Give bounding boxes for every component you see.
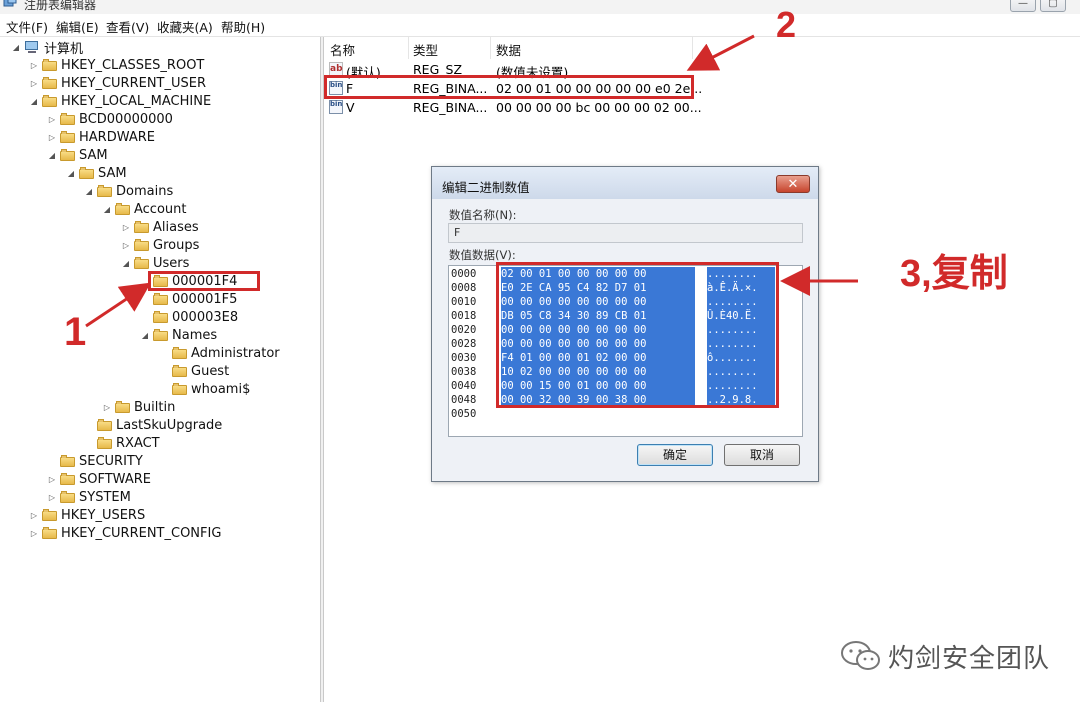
wechat-icon — [841, 641, 880, 670]
watermark: 灼剑安全团队 — [840, 636, 1050, 676]
annotation-step3: 3,复制 — [900, 253, 1008, 295]
annotation-arrows — [85, 34, 858, 328]
watermark-text: 灼剑安全团队 — [888, 643, 1051, 674]
annotation-step2: 2 — [776, 4, 797, 45]
annotation-step1: 1 — [64, 310, 87, 354]
arrow-step2 — [686, 34, 755, 71]
arrow-step1 — [85, 282, 151, 328]
